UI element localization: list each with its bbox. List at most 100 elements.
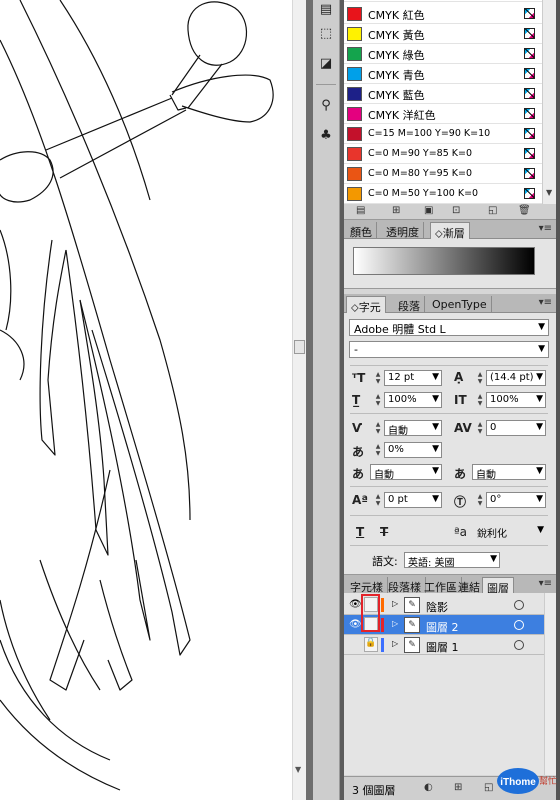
tab-gradient[interactable]: ⬦漸層: [430, 222, 470, 240]
tab-paragraph[interactable]: 段落: [394, 296, 425, 313]
font-family-value: Adobe 明體 Std L: [354, 323, 446, 336]
tsume-stepper[interactable]: ▲ ▼: [374, 443, 382, 457]
club-symbol-icon[interactable]: ♣: [317, 126, 335, 144]
aki-before-field[interactable]: 自動 ▼: [370, 464, 442, 481]
aki-after-field[interactable]: 自動 ▼: [472, 464, 546, 481]
swatch-name: C=0 M=50 Y=100 K=0: [368, 188, 479, 199]
new-sublayer-icon[interactable]: ⊞: [454, 782, 462, 793]
baseline-shift-stepper[interactable]: ▲ ▼: [374, 493, 382, 507]
font-size-field[interactable]: 12 pt ▼: [384, 370, 442, 386]
swatches-scrollbar[interactable]: ▼: [542, 0, 556, 204]
swatch-row[interactable]: CMYK 紅色: [344, 4, 542, 24]
eye-hidden-slot[interactable]: 👁: [349, 639, 362, 650]
tab-transparency[interactable]: 透明度: [382, 222, 424, 239]
tab-links[interactable]: 連結: [454, 577, 485, 594]
layer-row[interactable]: 👁 ▷ ✎ 陰影: [344, 595, 544, 615]
lock-icon[interactable]: 🔒: [364, 637, 378, 652]
horizontal-scale-stepper[interactable]: ▲ ▼: [476, 393, 484, 407]
new-color-group-icon[interactable]: ⊡: [452, 205, 460, 216]
scroll-down-arrow-icon[interactable]: ▼: [546, 188, 552, 197]
stroke-panel-icon[interactable]: ▤: [317, 0, 335, 18]
transform-panel-icon[interactable]: ⬚: [317, 24, 335, 42]
swatch-row[interactable]: CMYK 青色: [344, 64, 542, 84]
expand-triangle-icon[interactable]: ▷: [392, 599, 398, 608]
chevron-down-icon: ▼: [432, 466, 439, 476]
leading-field[interactable]: (14.4 pt) ▼: [486, 370, 546, 386]
tab-opentype[interactable]: OpenType: [428, 296, 492, 313]
tsume-value: 0%: [388, 444, 404, 455]
new-swatch-icon[interactable]: ◱: [488, 205, 497, 216]
tracking-field[interactable]: 0 ▼: [486, 420, 546, 436]
kerning-stepper[interactable]: ▲ ▼: [374, 421, 382, 435]
swatch-row-partial[interactable]: [344, 0, 542, 2]
swatch-row[interactable]: C=15 M=100 Y=90 K=10: [344, 124, 542, 144]
anti-alias-dropdown[interactable]: 銳利化 ▼: [474, 524, 546, 540]
layer-row-selected[interactable]: 👁 ▷ ✎ 圖層 2: [344, 615, 544, 635]
language-label: 語文:: [372, 555, 398, 568]
swatch-options-icon[interactable]: ▣: [424, 205, 433, 216]
panel-menu-icon[interactable]: ▾≡: [539, 223, 552, 234]
scrollbar-thumb[interactable]: [294, 340, 305, 354]
kerning-field[interactable]: 自動 ▼: [384, 420, 442, 437]
layer-row[interactable]: 👁 🔒 ▷ ✎ 圖層 1: [344, 635, 544, 655]
swatch-row[interactable]: C=0 M=50 Y=100 K=0: [344, 184, 542, 204]
expand-triangle-icon[interactable]: ▷: [392, 639, 398, 648]
show-kinds-icon[interactable]: ⊞: [392, 205, 400, 216]
swatch-row[interactable]: C=0 M=80 Y=95 K=0: [344, 164, 542, 184]
panel-menu-icon[interactable]: ▾≡: [539, 578, 552, 589]
swatch-row[interactable]: CMYK 黃色: [344, 24, 542, 44]
tracking-stepper[interactable]: ▲ ▼: [476, 421, 484, 435]
font-style-value: -: [354, 343, 358, 356]
artboard-canvas[interactable]: [0, 0, 292, 800]
rotation-stepper[interactable]: ▲ ▼: [476, 493, 484, 507]
font-family-dropdown[interactable]: Adobe 明體 Std L ▼: [349, 319, 549, 336]
underline-button[interactable]: T: [356, 525, 364, 539]
swatch-name: CMYK 紅色: [368, 9, 425, 22]
tab-character-styles[interactable]: 字元樣: [346, 577, 388, 594]
pathfinder-panel-icon[interactable]: ◪: [317, 54, 335, 72]
layers-scrollbar[interactable]: [544, 593, 556, 775]
symbols-panel-icon[interactable]: ⚲: [317, 96, 335, 114]
process-color-icon: [524, 128, 535, 139]
lock-toggle[interactable]: [364, 617, 378, 632]
rotation-field[interactable]: 0° ▼: [486, 492, 546, 508]
target-circle-icon[interactable]: [514, 620, 524, 630]
expand-triangle-icon[interactable]: ▷: [392, 619, 398, 628]
leading-stepper[interactable]: ▲ ▼: [476, 371, 484, 385]
panel-menu-icon[interactable]: ▾≡: [539, 297, 552, 308]
delete-swatch-icon[interactable]: 🗑: [518, 205, 531, 216]
eye-icon[interactable]: 👁: [349, 619, 362, 630]
font-size-stepper[interactable]: ▲ ▼: [374, 371, 382, 385]
language-dropdown[interactable]: 英語: 美國 ▼: [404, 552, 500, 569]
target-circle-icon[interactable]: [514, 600, 524, 610]
chevron-down-icon: ▼: [538, 344, 545, 354]
horizontal-scale-field[interactable]: 100% ▼: [486, 392, 546, 408]
lock-toggle[interactable]: [364, 597, 378, 612]
vertical-scale-stepper[interactable]: ▲ ▼: [374, 393, 382, 407]
leading-value: (14.4 pt): [490, 372, 534, 383]
strikethrough-button[interactable]: T: [380, 525, 388, 539]
scroll-down-arrow-icon[interactable]: ▼: [295, 765, 301, 774]
gradient-ramp[interactable]: [353, 247, 535, 275]
new-layer-icon[interactable]: ◱: [484, 782, 493, 793]
eye-icon[interactable]: 👁: [349, 599, 362, 610]
swatch-row[interactable]: CMYK 藍色: [344, 84, 542, 104]
swatch-library-icon[interactable]: ▤: [356, 205, 365, 216]
chevron-down-icon: ▼: [432, 422, 439, 432]
tsume-field[interactable]: 0% ▼: [384, 442, 442, 458]
vertical-scale-field[interactable]: 100% ▼: [384, 392, 442, 408]
target-circle-icon[interactable]: [514, 640, 524, 650]
canvas-vertical-scrollbar[interactable]: ▼: [292, 0, 306, 800]
chevron-down-icon: ▼: [432, 444, 439, 454]
font-style-dropdown[interactable]: - ▼: [349, 341, 549, 358]
make-clipping-mask-icon[interactable]: ◐: [424, 782, 433, 793]
tab-layers[interactable]: 圖層: [482, 577, 514, 595]
tab-color[interactable]: 顏色: [346, 222, 377, 239]
swatch-row[interactable]: CMYK 洋紅色: [344, 104, 542, 124]
baseline-shift-field[interactable]: 0 pt ▼: [384, 492, 442, 508]
swatch-row[interactable]: C=0 M=90 Y=85 K=0: [344, 144, 542, 164]
swatch-row[interactable]: CMYK 綠色: [344, 44, 542, 64]
process-color-icon: [524, 188, 535, 199]
color-panel-tabbar: 顏色 透明度 ⬦漸層 ▾≡: [344, 220, 556, 240]
tab-character[interactable]: ⬦字元: [346, 296, 386, 314]
